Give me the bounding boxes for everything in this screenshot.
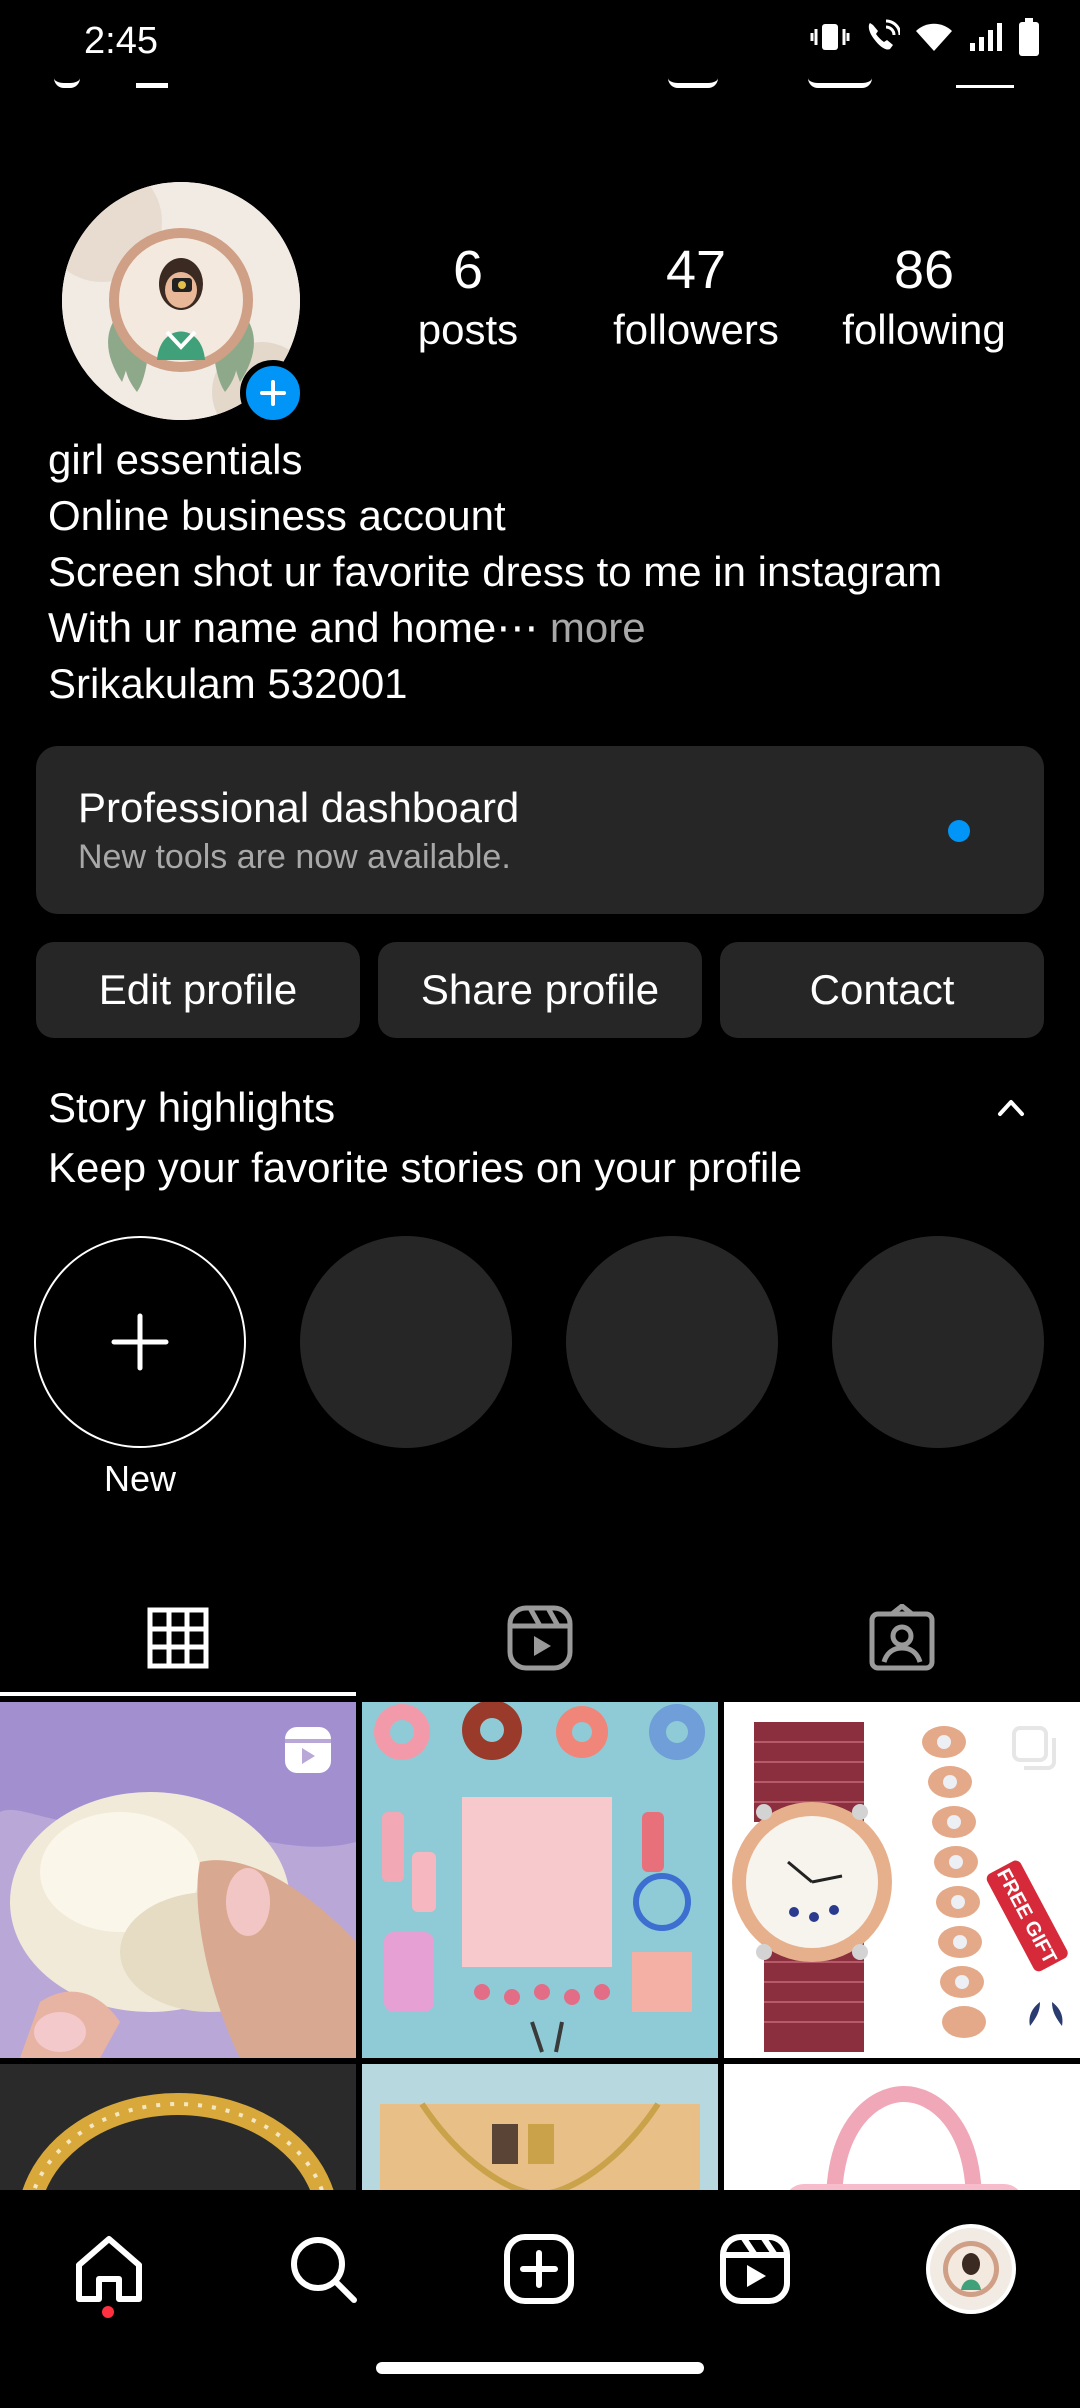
- wifi-call-icon: [868, 19, 900, 50]
- tagged-icon: [869, 1604, 935, 1671]
- header-remnant: [956, 78, 1014, 88]
- stat-count: 86: [893, 240, 955, 300]
- reels-icon: [507, 1605, 573, 1671]
- post-thumbnail-gold-bangles[interactable]: [0, 2064, 356, 2190]
- professional-dashboard[interactable]: Professional dashboard New tools are now…: [36, 746, 1044, 914]
- post-thumbnail-handbag[interactable]: [724, 2064, 1080, 2190]
- carousel-badge-icon: [1012, 1726, 1056, 1770]
- notification-dot: [948, 820, 970, 842]
- status-time: 2:45: [84, 20, 158, 62]
- post-image: [724, 2064, 1080, 2190]
- profile-name: girl essentials: [48, 436, 303, 483]
- stat-count: 6: [452, 240, 484, 300]
- system-home-indicator[interactable]: [376, 2362, 704, 2374]
- profile-avatar-small: [926, 2224, 1016, 2314]
- nav-profile[interactable]: [926, 2224, 1016, 2314]
- stat-label: following: [842, 306, 1006, 353]
- profile-tabs: [0, 1578, 1080, 1698]
- nav-search[interactable]: [278, 2224, 368, 2314]
- header-remnant: [808, 78, 872, 88]
- nav-home[interactable]: [64, 2224, 154, 2314]
- post-image: [0, 2064, 356, 2190]
- status-bar: 2:45: [0, 0, 1080, 86]
- dashboard-subtitle: New tools are now available.: [78, 838, 511, 876]
- story-highlights-title: Story highlights: [48, 1084, 336, 1131]
- grid-icon: [147, 1607, 209, 1669]
- highlight-placeholder: [566, 1236, 778, 1448]
- stat-count: 47: [665, 240, 727, 300]
- stat-following[interactable]: 86 following: [814, 240, 1034, 358]
- post-thumbnail-watch-set[interactable]: FREE GIFT: [724, 1702, 1080, 2058]
- stat-posts[interactable]: 6 posts: [358, 240, 578, 358]
- profile-avatar[interactable]: [62, 182, 306, 426]
- share-profile-button[interactable]: Share profile: [378, 942, 702, 1038]
- post-image: [362, 1702, 718, 2058]
- tab-reels[interactable]: [362, 1578, 718, 1698]
- story-highlights-subtitle: Keep your favorite stories on your profi…: [48, 1144, 803, 1191]
- tab-posts-grid[interactable]: [0, 1578, 356, 1698]
- home-activity-dot: [102, 2306, 114, 2318]
- bio-more-link[interactable]: more: [550, 604, 646, 651]
- tab-tagged[interactable]: [724, 1578, 1080, 1698]
- status-icons: [810, 18, 1040, 56]
- stat-label: followers: [613, 306, 779, 353]
- post-thumbnail-necklace[interactable]: [362, 2064, 718, 2190]
- bio-line-text: With ur name and home⋯: [48, 604, 539, 651]
- reel-badge-icon: [285, 1727, 331, 1773]
- post-thumbnail-scrunchie-reel[interactable]: [0, 1702, 356, 2058]
- post-image: [362, 2064, 718, 2190]
- bio-category: Online business account: [48, 492, 506, 539]
- highlight-placeholder: [832, 1236, 1044, 1448]
- reels-icon: [720, 2234, 790, 2304]
- signal-icon: [970, 23, 1002, 51]
- search-icon: [291, 2237, 357, 2303]
- plus-icon: [260, 380, 286, 406]
- edit-profile-button[interactable]: Edit profile: [36, 942, 360, 1038]
- nav-create[interactable]: [494, 2224, 584, 2314]
- post-thumbnail-beauty-flatlay[interactable]: [362, 1702, 718, 2058]
- highlight-placeholder: [300, 1236, 512, 1448]
- bio-line: Screen shot ur favorite dress to me in i…: [48, 548, 943, 595]
- bio-location: Srikakulam 532001: [48, 660, 408, 707]
- header-remnant: [668, 78, 718, 88]
- add-story-button[interactable]: [240, 360, 306, 426]
- profile-bio: girl essentials Online business account …: [48, 432, 1048, 712]
- create-post-icon: [504, 2234, 574, 2304]
- stat-label: posts: [417, 306, 519, 353]
- plus-icon: [111, 1313, 169, 1371]
- header-remnant: [54, 78, 80, 88]
- dashboard-title: Professional dashboard: [78, 784, 520, 831]
- active-tab-indicator: [0, 1692, 356, 1696]
- contact-button[interactable]: Contact: [720, 942, 1044, 1038]
- new-highlight-button[interactable]: [34, 1236, 246, 1448]
- vibrate-icon: [810, 24, 850, 50]
- nav-reels[interactable]: [710, 2224, 800, 2314]
- bio-line: With ur name and home⋯ more: [48, 600, 1048, 656]
- chevron-up-icon[interactable]: [996, 1096, 1026, 1118]
- home-icon: [76, 2236, 142, 2302]
- header-remnant: [136, 78, 168, 88]
- posts-grid: FREE GIFT: [0, 1702, 1080, 2190]
- stat-followers[interactable]: 47 followers: [586, 240, 806, 358]
- wifi-icon: [916, 23, 952, 51]
- battery-icon: [1019, 18, 1039, 56]
- new-highlight-label: New: [103, 1458, 177, 1499]
- bottom-nav: [0, 2190, 1080, 2408]
